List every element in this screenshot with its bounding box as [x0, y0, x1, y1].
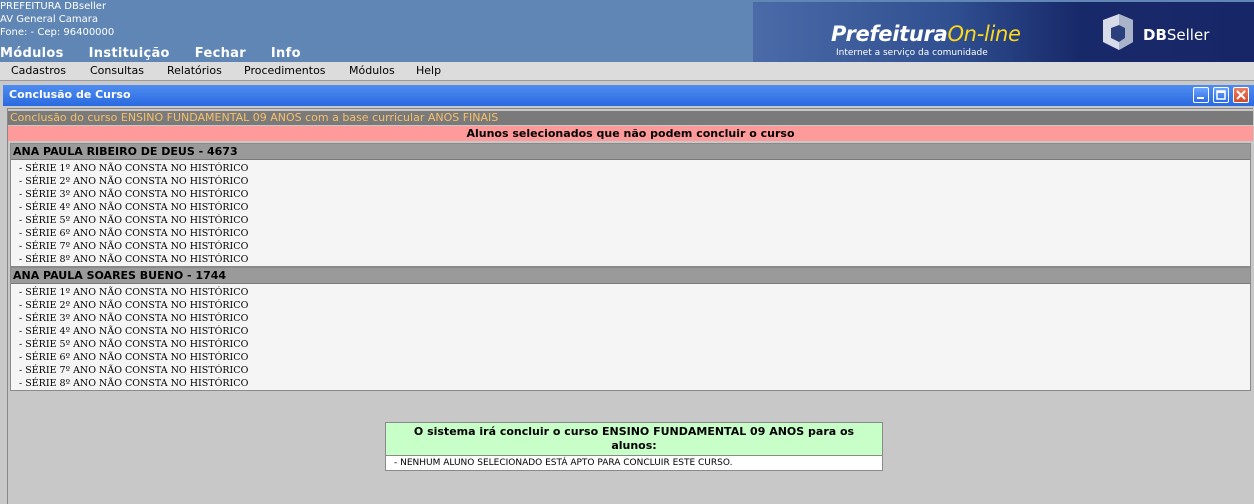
issue-item: - SÉRIE 7º ANO NÃO CONSTA NO HISTÓRICO — [19, 365, 249, 376]
minimize-button[interactable] — [1193, 87, 1209, 103]
org-name: PREFEITURA DBseller — [0, 1, 107, 12]
student-panel: ANA PAULA SOARES BUENO - 1744 - SÉRIE 1º… — [10, 267, 1251, 391]
warning-banner: Alunos selecionados que não podem conclu… — [8, 126, 1253, 141]
dbseller-logo-icon — [1103, 14, 1133, 50]
issue-item: - SÉRIE 2º ANO NÃO CONSTA NO HISTÓRICO — [19, 300, 249, 311]
vendor-name: DBSeller — [1143, 26, 1209, 44]
maximize-button[interactable] — [1213, 87, 1229, 103]
issue-item: - SÉRIE 7º ANO NÃO CONSTA NO HISTÓRICO — [19, 241, 249, 252]
result-message: - NENHUM ALUNO SELECIONADO ESTÁ APTO PAR… — [394, 458, 733, 468]
nav-info[interactable]: Info — [271, 46, 301, 61]
student-panel: ANA PAULA RIBEIRO DE DEUS - 4673 - SÉRIE… — [10, 143, 1251, 267]
issue-item: - SÉRIE 5º ANO NÃO CONSTA NO HISTÓRICO — [19, 215, 249, 226]
vendor-bold: DB — [1143, 26, 1167, 44]
window-title: Conclusão de Curso — [9, 88, 131, 101]
student-name: ANA PAULA RIBEIRO DE DEUS - 4673 — [11, 144, 1250, 160]
issue-item: - SÉRIE 4º ANO NÃO CONSTA NO HISTÓRICO — [19, 202, 249, 213]
nav-modulos[interactable]: Módulos — [0, 46, 64, 61]
brand-tagline: Internet a serviço da comunidade — [836, 48, 988, 58]
student-issues: - SÉRIE 1º ANO NÃO CONSTA NO HISTÓRICO -… — [11, 160, 1250, 266]
issue-item: - SÉRIE 5º ANO NÃO CONSTA NO HISTÓRICO — [19, 339, 249, 350]
brand-accent: On-line — [947, 22, 1021, 46]
org-address: AV General Camara — [0, 14, 99, 25]
maximize-icon — [1216, 90, 1226, 100]
window-titlebar[interactable]: Conclusão de Curso — [3, 85, 1254, 106]
issue-item: - SÉRIE 3º ANO NÃO CONSTA NO HISTÓRICO — [19, 313, 249, 324]
top-nav: Módulos Instituição Fechar Info — [0, 46, 326, 61]
issue-item: - SÉRIE 3º ANO NÃO CONSTA NO HISTÓRICO — [19, 189, 249, 200]
menu-relatorios[interactable]: Relatórios — [167, 64, 222, 77]
menu-procedimentos[interactable]: Procedimentos — [244, 64, 326, 77]
org-phone: Fone: - Cep: 96400000 — [0, 27, 115, 38]
menu-modulos[interactable]: Módulos — [349, 64, 395, 77]
close-icon — [1236, 90, 1246, 100]
issue-item: - SÉRIE 2º ANO NÃO CONSTA NO HISTÓRICO — [19, 176, 249, 187]
menu-cadastros[interactable]: Cadastros — [11, 64, 66, 77]
nav-fechar[interactable]: Fechar — [195, 46, 246, 61]
student-issues: - SÉRIE 1º ANO NÃO CONSTA NO HISTÓRICO -… — [11, 284, 1250, 390]
minimize-icon — [1197, 97, 1204, 99]
brand-logo-text: PrefeituraOn-line — [831, 22, 1021, 46]
org-info: PREFEITURA DBseller AV General Camara Fo… — [0, 0, 114, 39]
course-description: Conclusão do curso ENSINO FUNDAMENTAL 09… — [8, 111, 1253, 125]
issue-item: - SÉRIE 6º ANO NÃO CONSTA NO HISTÓRICO — [19, 228, 249, 239]
menu-help[interactable]: Help — [416, 64, 441, 77]
issue-item: - SÉRIE 8º ANO NÃO CONSTA NO HISTÓRICO — [19, 378, 249, 389]
app-header: PREFEITURA DBseller AV General Camara Fo… — [0, 0, 1254, 62]
vendor-rest: Seller — [1166, 26, 1210, 44]
nav-instituicao[interactable]: Instituição — [89, 46, 170, 61]
close-button[interactable] — [1233, 87, 1249, 103]
menu-consultas[interactable]: Consultas — [90, 64, 144, 77]
issue-item: - SÉRIE 4º ANO NÃO CONSTA NO HISTÓRICO — [19, 326, 249, 337]
course-completion-window: Conclusão de Curso Conclusão do curso EN… — [3, 85, 1254, 504]
issue-item: - SÉRIE 1º ANO NÃO CONSTA NO HISTÓRICO — [19, 287, 249, 298]
brand-banner: PrefeituraOn-line Internet a serviço da … — [753, 2, 1254, 62]
issue-item: - SÉRIE 8º ANO NÃO CONSTA NO HISTÓRICO — [19, 254, 249, 265]
brand-main: Prefeitura — [831, 22, 948, 46]
window-content: Conclusão do curso ENSINO FUNDAMENTAL 09… — [7, 108, 1253, 504]
student-name: ANA PAULA SOARES BUENO - 1744 — [11, 268, 1250, 284]
result-heading: O sistema irá concluir o curso ENSINO FU… — [386, 423, 882, 456]
issue-item: - SÉRIE 1º ANO NÃO CONSTA NO HISTÓRICO — [19, 163, 249, 174]
menu-bar: Cadastros Consultas Relatórios Procedime… — [0, 62, 1254, 81]
issue-item: - SÉRIE 6º ANO NÃO CONSTA NO HISTÓRICO — [19, 352, 249, 363]
completion-result-box: O sistema irá concluir o curso ENSINO FU… — [385, 422, 883, 471]
